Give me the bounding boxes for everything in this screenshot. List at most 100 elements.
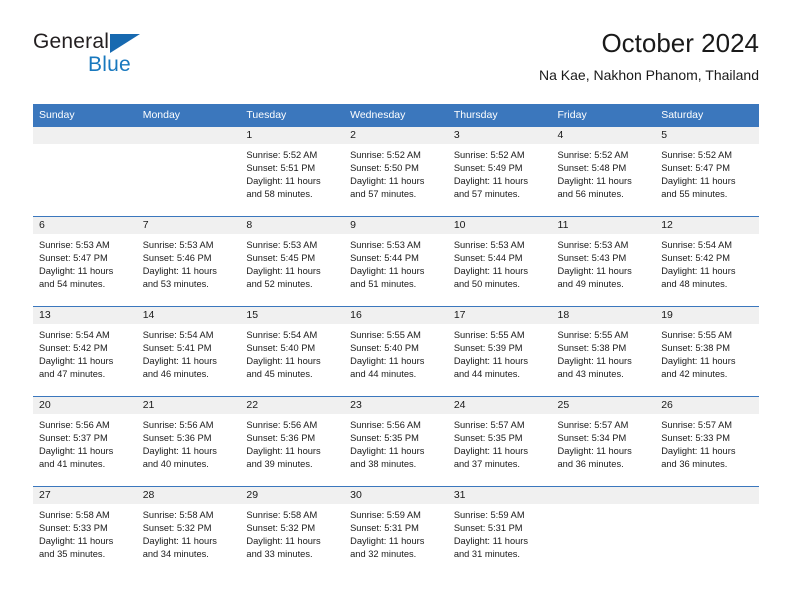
day-details: Sunrise: 5:57 AM Sunset: 5:35 PM Daylight:…: [448, 414, 552, 471]
day-cell[interactable]: 5 Sunrise: 5:52 AM Sunset: 5:47 PM Daylight…: [655, 127, 759, 217]
day-cell[interactable]: 15 Sunrise: 5:54 AM Sunset: 5:40 PM Dayligh…: [240, 306, 345, 397]
daylight-text-line1: Daylight: 11 hours: [557, 266, 632, 277]
day-cell[interactable]: 27 Sunrise: 5:58 AM Sunset: 5:33 PM Dayligh…: [33, 486, 137, 576]
daylight-text-line1: Daylight: 11 hours: [453, 446, 529, 457]
day-cell[interactable]: 29 Sunrise: 5:58 AM Sunset: 5:32 PM Dayligh…: [240, 486, 345, 576]
sunrise-text: Sunrise: 5:55 AM: [661, 330, 733, 340]
day-details: Sunrise: 5:56 AM Sunset: 5:36 PM Daylight:…: [137, 414, 241, 471]
sunset-text: Sunset: 5:42 PM: [39, 343, 108, 354]
sunset-text: Sunset: 5:44 PM: [453, 253, 523, 264]
day-cell[interactable]: 16 Sunrise: 5:55 AM Sunset: 5:40 PM Dayligh…: [344, 306, 448, 397]
day-cell[interactable]: 28 Sunrise: 5:58 AM Sunset: 5:32 PM Dayligh…: [136, 486, 241, 576]
calendar-week-row: 13 Sunrise: 5:54 AM Sunset: 5:42 PM Dayligh…: [33, 306, 759, 397]
sunrise-text: Sunrise: 5:54 AM: [39, 330, 110, 340]
sunset-text: Sunset: 5:41 PM: [142, 343, 212, 354]
day-number: [655, 487, 759, 504]
daylight-text-line2: and 37 minutes.: [453, 459, 520, 470]
sunset-text: Sunset: 5:37 PM: [39, 433, 108, 444]
daylight-text-line2: and 57 minutes.: [453, 189, 520, 200]
day-cell[interactable]: 1 Sunrise: 5:52 AM Sunset: 5:51 PM Daylight…: [240, 127, 345, 217]
day-number: 6: [33, 217, 137, 234]
daylight-text-line2: and 35 minutes.: [39, 549, 106, 560]
sunrise-text: Sunrise: 5:52 AM: [350, 150, 421, 160]
sunset-text: Sunset: 5:48 PM: [557, 163, 627, 174]
day-cell[interactable]: 6 Sunrise: 5:53 AM Sunset: 5:47 PM Daylight…: [33, 216, 137, 307]
calendar-week-row: 6 Sunrise: 5:53 AM Sunset: 5:47 PM Daylight…: [33, 216, 759, 307]
day-number: 5: [655, 127, 759, 144]
day-cell[interactable]: 14 Sunrise: 5:54 AM Sunset: 5:41 PM Dayligh…: [136, 306, 241, 397]
sunrise-text: Sunrise: 5:57 AM: [661, 420, 733, 430]
day-cell[interactable]: 26 Sunrise: 5:57 AM Sunset: 5:33 PM Dayligh…: [655, 396, 759, 487]
day-details: Sunrise: 5:59 AM Sunset: 5:31 PM Daylight:…: [448, 504, 552, 561]
day-number: 27: [33, 487, 137, 504]
day-cell-empty: [33, 127, 137, 217]
day-cell[interactable]: 13 Sunrise: 5:54 AM Sunset: 5:42 PM Dayligh…: [33, 306, 137, 397]
weekday-header-thursday: Thursday: [447, 104, 552, 127]
day-cell[interactable]: 23 Sunrise: 5:56 AM Sunset: 5:35 PM Dayligh…: [344, 396, 448, 487]
day-number: 16: [344, 307, 448, 324]
day-cell[interactable]: 10 Sunrise: 5:53 AM Sunset: 5:44 PM Dayligh…: [447, 216, 552, 307]
day-number: 30: [344, 487, 448, 504]
day-cell[interactable]: 24 Sunrise: 5:57 AM Sunset: 5:35 PM Dayligh…: [447, 396, 552, 487]
day-number: [551, 487, 656, 504]
sunrise-text: Sunrise: 5:52 AM: [661, 150, 733, 160]
sunset-text: Sunset: 5:32 PM: [142, 523, 212, 534]
day-number: 10: [447, 217, 552, 234]
day-number: 19: [655, 307, 759, 324]
day-cell[interactable]: 25 Sunrise: 5:57 AM Sunset: 5:34 PM Dayligh…: [551, 396, 656, 487]
sunrise-text: Sunrise: 5:55 AM: [453, 330, 525, 340]
sunset-text: Sunset: 5:33 PM: [661, 433, 730, 444]
day-cell[interactable]: 18 Sunrise: 5:55 AM Sunset: 5:38 PM Dayligh…: [551, 306, 656, 397]
day-details: Sunrise: 5:56 AM Sunset: 5:35 PM Daylight:…: [344, 414, 448, 471]
daylight-text-line2: and 36 minutes.: [557, 459, 624, 470]
daylight-text-line1: Daylight: 11 hours: [350, 446, 425, 457]
sunrise-text: Sunrise: 5:55 AM: [557, 330, 629, 340]
day-number: 29: [240, 487, 345, 504]
day-cell[interactable]: 31 Sunrise: 5:59 AM Sunset: 5:31 PM Dayligh…: [447, 486, 552, 576]
day-cell[interactable]: 30 Sunrise: 5:59 AM Sunset: 5:31 PM Dayligh…: [344, 486, 448, 576]
sunset-text: Sunset: 5:36 PM: [246, 433, 316, 444]
day-cell[interactable]: 4 Sunrise: 5:52 AM Sunset: 5:48 PM Daylight…: [551, 127, 656, 217]
sunset-text: Sunset: 5:32 PM: [246, 523, 316, 534]
sunset-text: Sunset: 5:45 PM: [246, 253, 316, 264]
sunset-text: Sunset: 5:47 PM: [661, 163, 730, 174]
sunset-text: Sunset: 5:47 PM: [39, 253, 108, 264]
day-details: Sunrise: 5:55 AM Sunset: 5:38 PM Daylight:…: [655, 324, 759, 381]
day-cell[interactable]: 11 Sunrise: 5:53 AM Sunset: 5:43 PM Dayligh…: [551, 216, 656, 307]
day-cell[interactable]: 19 Sunrise: 5:55 AM Sunset: 5:38 PM Dayligh…: [655, 306, 759, 397]
day-cell[interactable]: 3 Sunrise: 5:52 AM Sunset: 5:49 PM Daylight…: [447, 127, 552, 217]
daylight-text-line2: and 32 minutes.: [350, 549, 417, 560]
daylight-text-line1: Daylight: 11 hours: [246, 266, 321, 277]
day-cell[interactable]: 9 Sunrise: 5:53 AM Sunset: 5:44 PM Daylight…: [344, 216, 448, 307]
day-cell[interactable]: 20 Sunrise: 5:56 AM Sunset: 5:37 PM Dayligh…: [33, 396, 137, 487]
weekday-header-saturday: Saturday: [655, 104, 759, 127]
day-cell[interactable]: 12 Sunrise: 5:54 AM Sunset: 5:42 PM Dayligh…: [655, 216, 759, 307]
sunset-text: Sunset: 5:49 PM: [453, 163, 523, 174]
day-details: Sunrise: 5:58 AM Sunset: 5:32 PM Daylight:…: [137, 504, 241, 561]
weekday-header-tuesday: Tuesday: [240, 104, 345, 127]
day-details: Sunrise: 5:56 AM Sunset: 5:36 PM Daylight:…: [240, 414, 344, 471]
day-cell[interactable]: 8 Sunrise: 5:53 AM Sunset: 5:45 PM Daylight…: [240, 216, 345, 307]
day-cell[interactable]: 2 Sunrise: 5:52 AM Sunset: 5:50 PM Daylight…: [344, 127, 448, 217]
day-number: 17: [447, 307, 552, 324]
sunrise-text: Sunrise: 5:53 AM: [246, 240, 318, 250]
day-details: Sunrise: 5:56 AM Sunset: 5:37 PM Daylight:…: [33, 414, 137, 471]
daylight-text-line1: Daylight: 11 hours: [246, 176, 321, 187]
day-details: Sunrise: 5:52 AM Sunset: 5:50 PM Daylight:…: [344, 144, 448, 201]
day-cell[interactable]: 22 Sunrise: 5:56 AM Sunset: 5:36 PM Dayligh…: [240, 396, 345, 487]
daylight-text-line2: and 38 minutes.: [350, 459, 417, 470]
daylight-text-line2: and 41 minutes.: [39, 459, 106, 470]
brand-logo: General Blue: [33, 28, 253, 88]
sunset-text: Sunset: 5:51 PM: [246, 163, 316, 174]
daylight-text-line1: Daylight: 11 hours: [661, 356, 736, 367]
day-number: 21: [136, 397, 241, 414]
day-cell[interactable]: 21 Sunrise: 5:56 AM Sunset: 5:36 PM Dayligh…: [136, 396, 241, 487]
daylight-text-line1: Daylight: 11 hours: [557, 176, 632, 187]
daylight-text-line1: Daylight: 11 hours: [557, 446, 632, 457]
daylight-text-line1: Daylight: 11 hours: [453, 176, 529, 187]
day-details: Sunrise: 5:53 AM Sunset: 5:44 PM Daylight:…: [344, 234, 448, 291]
sunrise-text: Sunrise: 5:57 AM: [453, 420, 525, 430]
day-cell[interactable]: 7 Sunrise: 5:53 AM Sunset: 5:46 PM Daylight…: [136, 216, 241, 307]
day-cell[interactable]: 17 Sunrise: 5:55 AM Sunset: 5:39 PM Dayligh…: [447, 306, 552, 397]
daylight-text-line1: Daylight: 11 hours: [350, 356, 425, 367]
